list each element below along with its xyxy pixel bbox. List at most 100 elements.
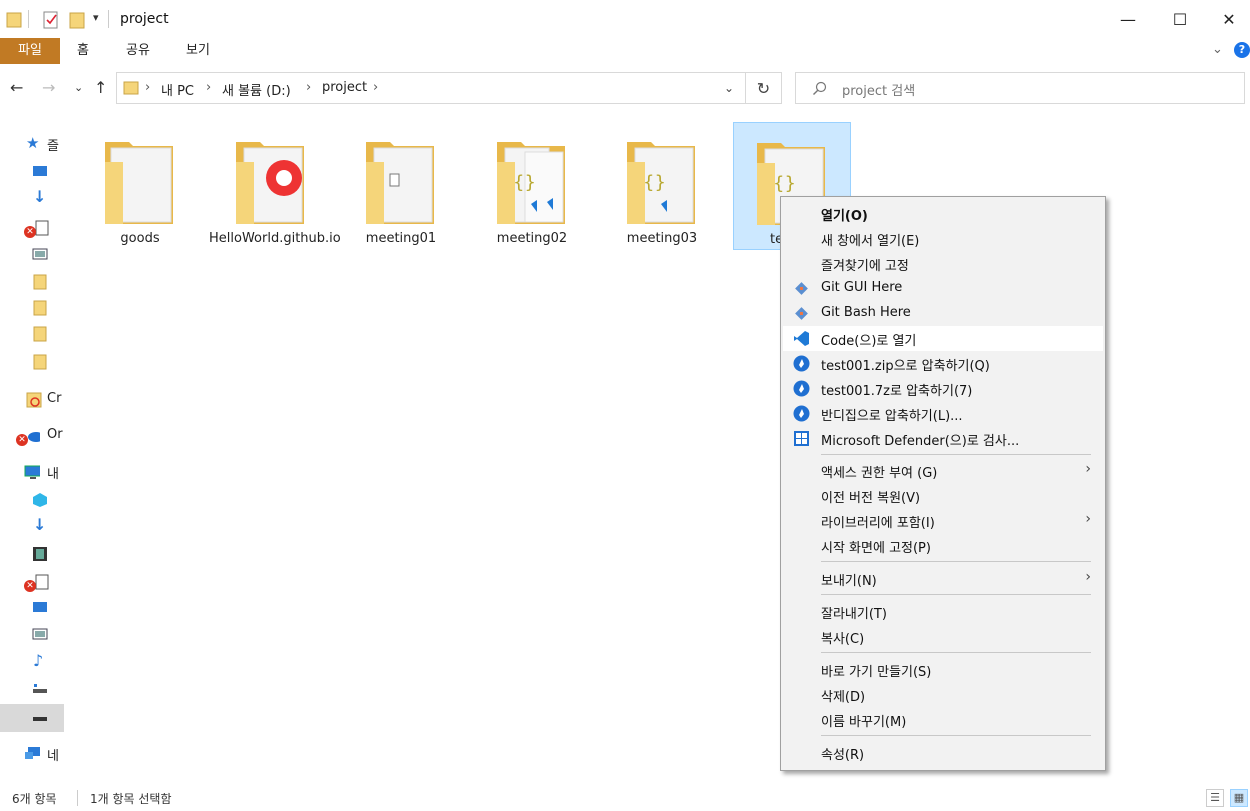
- menu-item-properties[interactable]: 속성(R): [783, 740, 1103, 765]
- address-dropdown-icon[interactable]: ⌄: [724, 81, 734, 95]
- menu-item-label: 바로 가기 만들기(S): [821, 665, 932, 680]
- sidebar-item-network[interactable]: 네: [0, 742, 64, 766]
- folder-name[interactable]: goods: [81, 230, 199, 247]
- breadcrumb-my-pc[interactable]: 내 PC: [161, 80, 194, 99]
- menu-item-open[interactable]: 열기(O): [783, 201, 1103, 226]
- sidebar-item-onedrive[interactable]: ✕ Or: [0, 424, 64, 448]
- folder-icon: [33, 274, 47, 290]
- sync-error-icon: ✕: [24, 580, 36, 592]
- context-menu: 열기(O) 새 창에서 열기(E) 즐겨찾기에 고정 Git GUI Here …: [780, 196, 1106, 771]
- properties-icon[interactable]: [42, 10, 60, 30]
- menu-item-label: 새 창에서 열기(E): [821, 234, 920, 249]
- bandizip-icon: [793, 405, 810, 422]
- menu-item-pin-quick-access[interactable]: 즐겨찾기에 고정: [783, 251, 1103, 276]
- sidebar-item-desktop[interactable]: [0, 596, 64, 620]
- details-view-icon[interactable]: ☰: [1206, 789, 1224, 807]
- customize-qat-icon[interactable]: ▾: [93, 11, 99, 24]
- menu-item-send-to[interactable]: 보내기(N) ›: [783, 566, 1103, 591]
- sidebar-item-downloads[interactable]: ↓: [0, 514, 64, 538]
- sidebar-item-quick-access[interactable]: ★ 즐: [0, 132, 64, 156]
- folder-item[interactable]: meeting01: [342, 122, 460, 250]
- sidebar-item-music[interactable]: ♪: [0, 650, 64, 674]
- sidebar-item-label: Cr: [47, 391, 62, 406]
- tab-share[interactable]: 공유: [118, 38, 158, 64]
- maximize-button[interactable]: ☐: [1154, 0, 1206, 38]
- sidebar-item-pictures[interactable]: [0, 242, 64, 266]
- menu-item-compress-zip[interactable]: test001.zip으로 압축하기(Q): [783, 351, 1103, 376]
- menu-item-cut[interactable]: 잘라내기(T): [783, 599, 1103, 624]
- folder-item[interactable]: {} meeting02: [473, 122, 591, 250]
- sidebar-item-this-pc[interactable]: 내: [0, 460, 64, 484]
- menu-item-open-new-window[interactable]: 새 창에서 열기(E): [783, 226, 1103, 251]
- breadcrumb-separator[interactable]: ›: [145, 80, 150, 95]
- close-button[interactable]: ✕: [1203, 0, 1250, 38]
- folder-icon: {}: [497, 142, 565, 224]
- menu-item-create-shortcut[interactable]: 바로 가기 만들기(S): [783, 657, 1103, 682]
- computer-icon: [24, 465, 40, 479]
- submenu-arrow-icon: ›: [1085, 511, 1091, 527]
- menu-separator: [821, 561, 1091, 562]
- expand-ribbon-icon[interactable]: ⌄: [1212, 42, 1223, 57]
- menu-item-copy[interactable]: 복사(C): [783, 624, 1103, 649]
- folder-name[interactable]: meeting03: [603, 230, 721, 247]
- folder-item[interactable]: HelloWorld.github.io: [209, 122, 341, 250]
- search-icon: [813, 81, 827, 95]
- sidebar-item-3d-objects[interactable]: [0, 488, 64, 512]
- folder-item[interactable]: {} meeting03: [603, 122, 721, 250]
- up-button[interactable]: ↑: [94, 78, 107, 97]
- recent-locations-icon[interactable]: ⌄: [74, 81, 83, 94]
- tab-view[interactable]: 보기: [178, 38, 218, 64]
- sidebar-item-folder[interactable]: [0, 322, 64, 346]
- sync-error-icon: ✕: [16, 434, 28, 446]
- menu-item-defender-scan[interactable]: Microsoft Defender(으)로 검사...: [783, 426, 1103, 451]
- refresh-button[interactable]: ↻: [746, 72, 782, 104]
- breadcrumb-separator[interactable]: ›: [306, 80, 311, 95]
- menu-item-open-with-code[interactable]: Code(으)로 열기: [783, 326, 1103, 351]
- sidebar-item-folder[interactable]: [0, 296, 64, 320]
- breadcrumb-project[interactable]: project: [322, 80, 367, 95]
- sidebar-item-creative-cloud[interactable]: Cr: [0, 388, 64, 412]
- back-button[interactable]: ←: [10, 78, 23, 97]
- new-folder-icon[interactable]: [68, 10, 86, 30]
- menu-item-git-bash[interactable]: Git Bash Here: [783, 301, 1103, 326]
- sidebar-item-folder[interactable]: [0, 350, 64, 374]
- sidebar-item-pictures[interactable]: [0, 622, 64, 646]
- menu-item-rename[interactable]: 이름 바꾸기(M): [783, 707, 1103, 732]
- folder-name[interactable]: meeting01: [342, 230, 460, 247]
- search-box[interactable]: project 검색: [795, 72, 1245, 104]
- document-icon: [35, 574, 49, 590]
- divider: [77, 790, 78, 806]
- menu-item-pin-start[interactable]: 시작 화면에 고정(P): [783, 533, 1103, 558]
- title-bar: ▾ project — ☐ ✕: [0, 0, 1250, 38]
- folder-name[interactable]: meeting02: [473, 230, 591, 247]
- sidebar-item-folder[interactable]: [0, 270, 64, 294]
- breadcrumb-volume[interactable]: 새 볼륨 (D:): [222, 80, 291, 99]
- menu-item-delete[interactable]: 삭제(D): [783, 682, 1103, 707]
- menu-item-compress-bandizip[interactable]: 반디집으로 압축하기(L)...: [783, 401, 1103, 426]
- help-icon[interactable]: ?: [1234, 42, 1250, 58]
- menu-item-git-gui[interactable]: Git GUI Here: [783, 276, 1103, 301]
- sidebar-item-volume-d[interactable]: [0, 704, 64, 732]
- breadcrumb-separator[interactable]: ›: [206, 80, 211, 95]
- tab-file[interactable]: 파일: [0, 38, 60, 64]
- sidebar-item-downloads[interactable]: ↓: [0, 186, 64, 210]
- menu-item-compress-7z[interactable]: test001.7z로 압축하기(7): [783, 376, 1103, 401]
- search-input[interactable]: project 검색: [842, 80, 915, 99]
- svg-text:{}: {}: [773, 173, 796, 194]
- tab-home[interactable]: 홈: [70, 38, 96, 64]
- address-bar[interactable]: › 내 PC › 새 볼륨 (D:) › project › ⌄: [116, 72, 746, 104]
- sidebar-item-desktop[interactable]: [0, 160, 64, 184]
- sidebar-item-documents[interactable]: ✕: [0, 216, 64, 240]
- menu-item-restore-versions[interactable]: 이전 버전 복원(V): [783, 483, 1103, 508]
- menu-item-give-access[interactable]: 액세스 권한 부여 (G) ›: [783, 458, 1103, 483]
- minimize-button[interactable]: —: [1102, 0, 1154, 38]
- menu-item-include-library[interactable]: 라이브러리에 포함(I) ›: [783, 508, 1103, 533]
- folder-item[interactable]: goods: [81, 122, 199, 250]
- forward-button[interactable]: →: [42, 78, 55, 97]
- sidebar-item-drive[interactable]: [0, 676, 64, 700]
- breadcrumb-separator[interactable]: ›: [373, 80, 378, 95]
- sidebar-item-videos[interactable]: [0, 542, 64, 566]
- folder-name[interactable]: HelloWorld.github.io: [209, 230, 341, 247]
- large-icons-view-icon[interactable]: ▦: [1230, 789, 1248, 807]
- sidebar-item-documents[interactable]: ✕: [0, 570, 64, 594]
